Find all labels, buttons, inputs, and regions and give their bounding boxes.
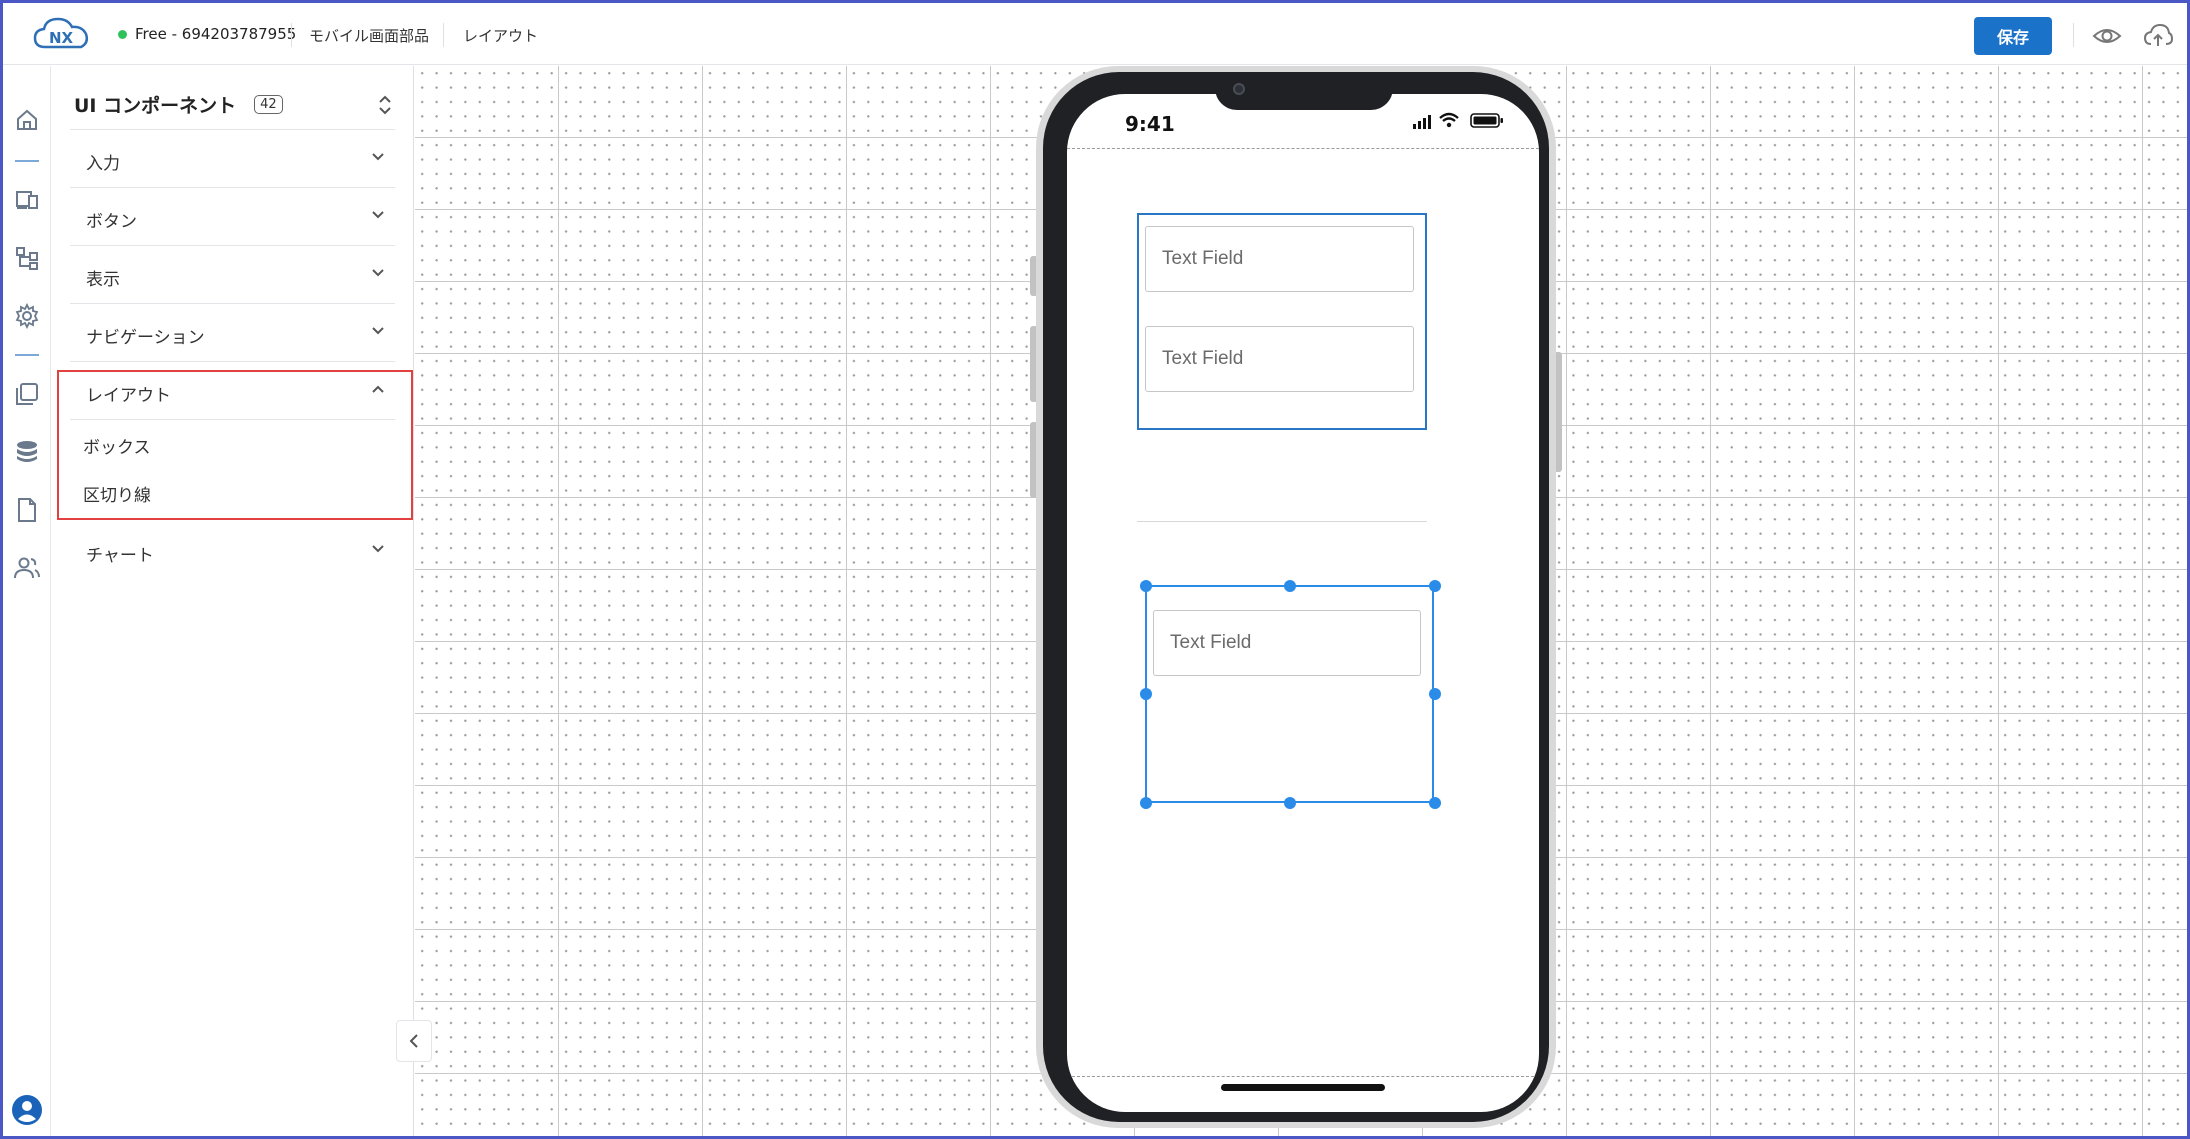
logo-text: NX bbox=[49, 29, 74, 47]
expand-collapse-icon[interactable] bbox=[377, 92, 393, 118]
chevron-down-icon bbox=[372, 269, 384, 277]
resize-handle-sw[interactable] bbox=[1140, 797, 1152, 809]
chevron-down-icon bbox=[372, 545, 384, 553]
battery-icon bbox=[1470, 113, 1503, 128]
database-icon[interactable] bbox=[13, 438, 41, 466]
rail-divider bbox=[15, 160, 39, 162]
toolbar-separator bbox=[2073, 23, 2074, 47]
plan-indicator: Free - 694203787955 bbox=[118, 25, 296, 43]
text-field[interactable]: Text Field bbox=[1153, 610, 1421, 676]
resize-handle-n[interactable] bbox=[1284, 580, 1296, 592]
breadcrumb-project[interactable]: モバイル画面部品 bbox=[309, 25, 429, 46]
resize-handle-ne[interactable] bbox=[1429, 580, 1441, 592]
layout-divider[interactable] bbox=[1137, 521, 1427, 522]
resize-handle-s[interactable] bbox=[1284, 797, 1296, 809]
breadcrumb-separator bbox=[291, 23, 292, 47]
chevron-down-icon bbox=[372, 327, 384, 335]
home-icon[interactable] bbox=[13, 106, 41, 134]
status-dot bbox=[118, 29, 127, 39]
panel-title: UI コンポーネント bbox=[74, 94, 237, 117]
resize-handle-e[interactable] bbox=[1429, 688, 1441, 700]
settings-icon[interactable] bbox=[13, 302, 41, 330]
nx-logo[interactable]: NX bbox=[31, 13, 91, 55]
left-rail bbox=[3, 66, 51, 1136]
text-field[interactable]: Text Field bbox=[1145, 226, 1414, 292]
accordion-button[interactable]: ボタン bbox=[70, 187, 395, 245]
accordion-label: チャート bbox=[86, 546, 154, 566]
accordion-input[interactable]: 入力 bbox=[70, 129, 395, 187]
accordion-navigation[interactable]: ナビゲーション bbox=[70, 303, 395, 361]
chevron-down-icon bbox=[372, 153, 384, 161]
safe-area-top bbox=[1067, 148, 1539, 149]
wifi-icon bbox=[1439, 112, 1459, 128]
accordion-chart[interactable]: チャート bbox=[70, 522, 395, 580]
cloud-upload-icon[interactable] bbox=[2143, 21, 2173, 51]
flow-icon[interactable] bbox=[13, 244, 41, 272]
plan-label: Free - 694203787955 bbox=[135, 25, 297, 43]
preview-eye-icon[interactable] bbox=[2092, 21, 2122, 51]
resize-handle-w[interactable] bbox=[1140, 688, 1152, 700]
resize-handle-se[interactable] bbox=[1429, 797, 1441, 809]
breadcrumb-separator bbox=[443, 23, 444, 47]
users-icon[interactable] bbox=[13, 554, 41, 582]
panel-header: UI コンポーネント 42 bbox=[74, 84, 393, 124]
accordion-label: ボタン bbox=[86, 212, 137, 232]
devices-icon[interactable] bbox=[13, 186, 41, 214]
rail-divider bbox=[15, 354, 39, 356]
accordion-label: ナビゲーション bbox=[86, 328, 205, 348]
document-icon[interactable] bbox=[13, 496, 41, 524]
safe-area-bottom bbox=[1067, 1076, 1539, 1077]
breadcrumb-page[interactable]: レイアウト bbox=[463, 25, 538, 46]
status-time: 9:41 bbox=[1125, 112, 1175, 136]
camera-icon bbox=[1233, 83, 1245, 95]
accordion-label: 入力 bbox=[86, 154, 120, 174]
pages-icon[interactable] bbox=[13, 380, 41, 408]
text-field[interactable]: Text Field bbox=[1145, 326, 1414, 392]
chevron-down-icon bbox=[372, 211, 384, 219]
accordion-display[interactable]: 表示 bbox=[70, 245, 395, 303]
account-icon[interactable] bbox=[11, 1094, 43, 1126]
resize-handle-nw[interactable] bbox=[1140, 580, 1152, 592]
component-count-badge: 42 bbox=[254, 94, 283, 114]
signal-icon bbox=[1413, 115, 1431, 129]
status-bar-icons bbox=[1413, 112, 1503, 129]
chevron-left-icon bbox=[409, 1034, 418, 1048]
highlight-box bbox=[57, 370, 413, 520]
home-indicator bbox=[1221, 1084, 1385, 1091]
accordion-label: 表示 bbox=[86, 270, 120, 290]
collapse-panel-button[interactable] bbox=[396, 1020, 432, 1062]
phone-notch bbox=[1215, 72, 1393, 110]
save-button[interactable]: 保存 bbox=[1974, 17, 2052, 55]
top-bar: NX Free - 694203787955 モバイル画面部品 レイアウト 保存 bbox=[3, 3, 2187, 65]
